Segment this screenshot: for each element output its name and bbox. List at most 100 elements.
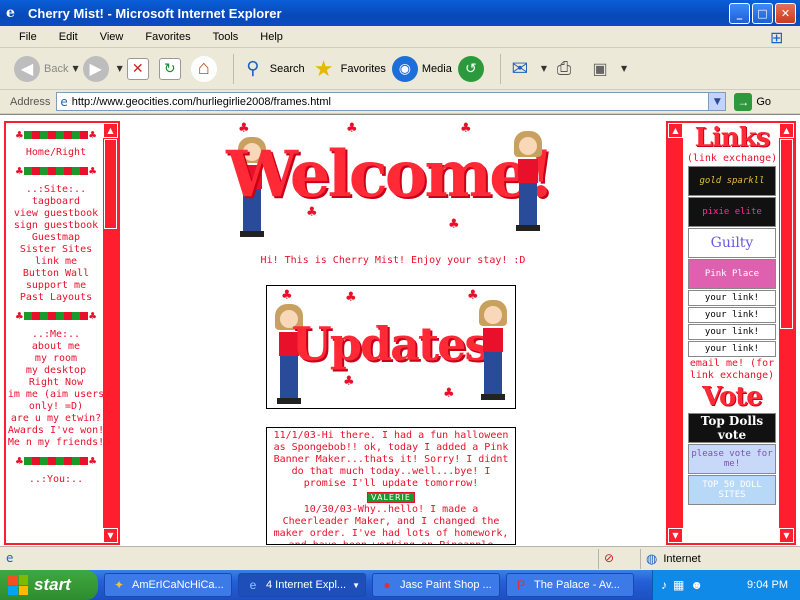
group-dropdown-icon: ▼ [352, 580, 361, 590]
nav-link[interactable]: Me n my friends! [6, 437, 106, 449]
start-button[interactable]: start [0, 570, 98, 600]
mail-button[interactable]: ✉ [507, 56, 537, 82]
palace-icon: P [516, 578, 525, 592]
news-box: 11/1/03-Hi there. I had a fun halloween … [266, 427, 516, 545]
windows-flag-icon [8, 575, 28, 595]
print-button[interactable]: ⎙ [551, 56, 581, 82]
address-dropdown-icon[interactable]: ▼ [708, 93, 726, 110]
nav-link[interactable]: tagboard [6, 196, 106, 208]
nav-link[interactable]: view guestbook [6, 208, 106, 220]
nav-link[interactable]: are u my etwin? [6, 413, 106, 425]
right-frame-scrollbar-left[interactable]: ▲ ▼ [668, 123, 683, 543]
printer-icon: ⎙ [556, 58, 572, 78]
gold-sparkle-button[interactable]: gold sparkll [688, 166, 776, 196]
forward-arrow-icon: ▶ [82, 55, 109, 82]
scroll-down-icon[interactable]: ▼ [103, 528, 118, 543]
menu-favorites[interactable]: Favorites [134, 31, 201, 43]
scroll-up-icon[interactable]: ▲ [668, 123, 683, 138]
taskbar-item[interactable]: ✦ AmErICaNcHiCa... [104, 573, 232, 597]
media-button[interactable]: ◉ Media [391, 55, 452, 82]
refresh-button[interactable]: ↻ [158, 57, 185, 80]
your-link-button[interactable]: your link! [688, 324, 776, 340]
network-icon[interactable]: ▦ [673, 578, 684, 592]
nav-link[interactable]: im me (aim users only! =D) [6, 389, 106, 413]
nav-link[interactable]: support me [6, 280, 106, 292]
taskbar-item[interactable]: ● Jasc Paint Shop ... [372, 573, 500, 597]
updates-title: Updates [291, 317, 491, 371]
scroll-thumb[interactable] [104, 139, 117, 229]
left-frame-scrollbar[interactable]: ▲ ▼ [103, 123, 118, 543]
menu-view[interactable]: View [89, 31, 135, 43]
cherry-divider: ♣ ♣ [6, 307, 106, 325]
taskbar-item-active[interactable]: e 4 Internet Expl... ▼ [238, 573, 366, 597]
nav-link[interactable]: Guestmap [6, 232, 106, 244]
nav-link[interactable]: sign guestbook [6, 220, 106, 232]
minimize-button[interactable]: _ [729, 3, 750, 24]
go-button[interactable]: → Go [734, 92, 772, 111]
go-label: Go [756, 95, 772, 108]
home-right-link[interactable]: Home/Right [6, 147, 106, 159]
nav-link[interactable]: Sister Sites [6, 244, 106, 256]
your-link-button[interactable]: your link! [688, 290, 776, 306]
menu-help[interactable]: Help [249, 31, 294, 43]
edit-button[interactable]: ▣ [587, 56, 617, 82]
guilty-button[interactable]: Guilty [688, 228, 776, 258]
nav-link[interactable]: my desktop [6, 365, 106, 377]
volume-icon[interactable]: ♪ [661, 578, 667, 592]
cherry-icon: ♣ [238, 121, 250, 136]
mail-dropdown-icon[interactable]: ▼ [541, 64, 547, 73]
nav-link[interactable]: Awards I've won! [6, 425, 106, 437]
menu-edit[interactable]: Edit [48, 31, 89, 43]
address-input[interactable]: e http://www.geocities.com/hurliegirlie2… [56, 92, 727, 111]
please-vote-button[interactable]: please vote for me! [688, 444, 776, 474]
cherry-icon: ♣ [15, 309, 23, 323]
your-link-button[interactable]: your link! [688, 341, 776, 357]
email-link[interactable]: email me! (for link exchange) [684, 358, 780, 382]
favorites-button[interactable]: ★ Favorites [311, 56, 386, 82]
system-tray: ♪ ▦ ☻ 9:04 PM [652, 570, 800, 600]
link-exchange-text: (link exchange) [686, 153, 778, 164]
menu-tools[interactable]: Tools [202, 31, 250, 43]
search-button[interactable]: ⚲ Search [240, 56, 304, 82]
pixie-elite-button[interactable]: pixie elite [688, 197, 776, 227]
popup-blocked-icon[interactable]: ⊘ [604, 551, 614, 565]
back-button[interactable]: ◀ Back [14, 55, 68, 82]
top-50-doll-sites-button[interactable]: TOP 50 DOLL SITES [688, 475, 776, 505]
edit-icon: ▣ [592, 60, 608, 78]
window-title: Cherry Mist! - Microsoft Internet Explor… [28, 5, 282, 21]
checker-bar [24, 131, 88, 139]
scroll-thumb[interactable] [780, 139, 793, 329]
checker-bar [24, 167, 88, 175]
nav-link[interactable]: about me [6, 341, 106, 353]
menu-file[interactable]: File [8, 31, 48, 43]
right-frame-scrollbar[interactable]: ▲ ▼ [779, 123, 794, 543]
nav-link[interactable]: Button Wall [6, 268, 106, 280]
nav-link[interactable]: Right Now [6, 377, 106, 389]
back-dropdown-icon[interactable]: ▼ [72, 64, 78, 73]
nav-link[interactable]: link me [6, 256, 106, 268]
taskbar-item[interactable]: P The Palace - Av... [506, 573, 634, 597]
pink-site-button[interactable]: Pink Place [688, 259, 776, 289]
taskbar: start ✦ AmErICaNcHiCa... e 4 Internet Ex… [0, 570, 800, 600]
close-button[interactable]: ✕ [775, 3, 796, 24]
stop-icon: ✕ [126, 57, 149, 80]
forward-button[interactable]: ▶ [82, 55, 113, 82]
forward-dropdown-icon[interactable]: ▼ [117, 64, 123, 73]
home-button[interactable]: ⌂ [190, 55, 221, 82]
you-heading: ..:You:.. [28, 474, 84, 485]
nav-link[interactable]: Past Layouts [6, 292, 106, 304]
your-link-button[interactable]: your link! [688, 307, 776, 323]
messenger-icon[interactable]: ☻ [690, 578, 703, 592]
scroll-down-icon[interactable]: ▼ [779, 528, 794, 543]
maximize-button[interactable]: □ [752, 3, 773, 24]
task-label: The Palace - Av... [534, 579, 620, 591]
toolbar: ◀ Back ▼ ▶ ▼ ✕ ↻ ⌂ ⚲ Search ★ Favorites … [0, 48, 800, 90]
scroll-down-icon[interactable]: ▼ [668, 528, 683, 543]
edit-dropdown-icon[interactable]: ▼ [621, 64, 627, 73]
top-dolls-vote-button[interactable]: Top Dolls vote [688, 413, 776, 443]
scroll-up-icon[interactable]: ▲ [103, 123, 118, 138]
nav-link[interactable]: my room [6, 353, 106, 365]
history-button[interactable]: ↺ [457, 55, 488, 82]
stop-button[interactable]: ✕ [126, 57, 153, 80]
scroll-up-icon[interactable]: ▲ [779, 123, 794, 138]
